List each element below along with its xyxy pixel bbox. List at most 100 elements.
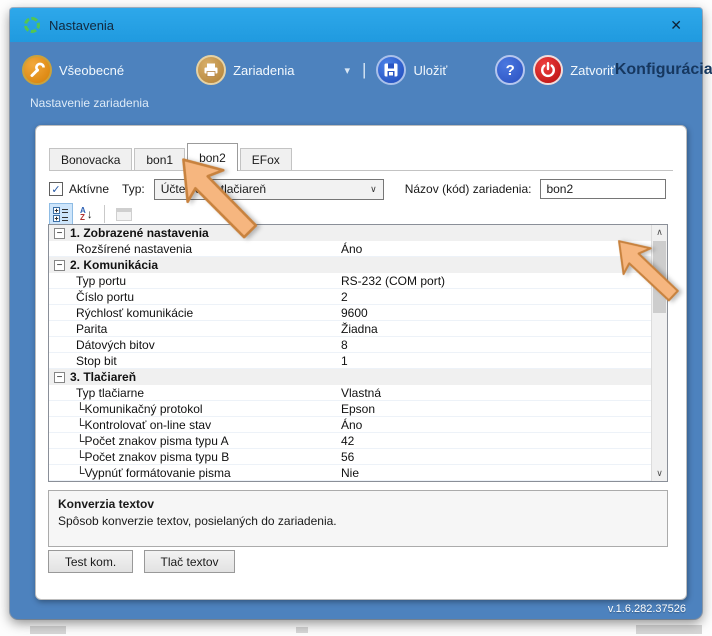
collapse-icon[interactable]: − bbox=[54, 259, 65, 271]
grid-row-label: └Vypnúť formátovanie pisma bbox=[76, 465, 231, 480]
settings-window: Nastavenia ✕ Všeobecné Zariadenia ▾ | Ul… bbox=[10, 8, 712, 619]
save-button[interactable]: Uložiť bbox=[376, 55, 447, 85]
active-checkbox-label: Aktívne bbox=[69, 182, 110, 196]
test-communication-button[interactable]: Test kom. bbox=[48, 550, 133, 573]
property-grid: −1. Zobrazené nastavenia Rozšírené nastav… bbox=[48, 224, 668, 482]
grid-row-value: Vlastná bbox=[341, 385, 382, 400]
grid-row[interactable]: └Vypnúť formátovanie pisma Nie bbox=[49, 465, 651, 481]
grid-row-label: Typ tlačiarne bbox=[76, 385, 145, 400]
devices-dropdown-icon[interactable]: ▾ bbox=[345, 64, 351, 77]
grid-row-value: 2 bbox=[341, 289, 348, 304]
grid-row-label: └Počet znakov pisma typu B bbox=[76, 449, 230, 464]
grid-row-value: Žiadna bbox=[341, 321, 378, 336]
property-grid-toolbar: A Z ↓ bbox=[49, 202, 136, 226]
power-icon bbox=[533, 55, 564, 85]
background-window-edge bbox=[296, 627, 308, 633]
categorized-icon bbox=[53, 206, 68, 222]
grid-row-value: 8 bbox=[341, 337, 348, 352]
collapse-icon[interactable]: − bbox=[54, 371, 65, 383]
grid-row-value: 9600 bbox=[341, 305, 368, 320]
grid-category-label: 3. Tlačiareň bbox=[70, 370, 137, 384]
grid-row[interactable]: └Počet znakov pisma typu B 56 bbox=[49, 449, 651, 465]
devices-button[interactable]: Zariadenia bbox=[196, 55, 295, 85]
grid-row-value: Áno bbox=[341, 241, 363, 256]
sort-arrow-icon: ↓ bbox=[86, 207, 93, 221]
page-subtitle: Nastavenie zariadenia bbox=[30, 96, 149, 110]
tab-efox[interactable]: EFox bbox=[239, 148, 292, 171]
scroll-down-icon[interactable]: ∨ bbox=[652, 466, 667, 481]
printer-icon bbox=[196, 55, 227, 85]
grid-row-value: 56 bbox=[341, 449, 355, 464]
check-icon: ✓ bbox=[51, 183, 61, 196]
close-app-button-label: Zatvoriť bbox=[570, 62, 615, 78]
grid-category-row[interactable]: −1. Zobrazené nastavenia bbox=[49, 225, 651, 241]
grid-row[interactable]: Dátových bitov 8 bbox=[49, 337, 651, 353]
floppy-save-icon bbox=[376, 55, 407, 85]
grid-row-label: Rýchlosť komunikácie bbox=[76, 305, 194, 320]
grid-row[interactable]: Typ portu RS-232 (COM port) bbox=[49, 273, 651, 289]
tab-bonovacka[interactable]: Bonovacka bbox=[49, 148, 133, 171]
print-texts-button[interactable]: Tlač textov bbox=[144, 550, 235, 573]
grid-row[interactable]: └Počet znakov pisma typu A 42 bbox=[49, 433, 651, 449]
background-desktop bbox=[0, 622, 712, 636]
device-name-input[interactable]: bon2 bbox=[540, 179, 667, 199]
devices-button-label: Zariadenia bbox=[233, 62, 295, 78]
grid-row[interactable]: Rýchlosť komunikácie 9600 bbox=[49, 305, 651, 321]
grid-category-label: 1. Zobrazené nastavenia bbox=[70, 226, 209, 240]
general-button-label: Všeobecné bbox=[59, 62, 125, 78]
grid-rows: −1. Zobrazené nastavenia Rozšírené nastav… bbox=[49, 225, 651, 481]
close-window-button[interactable]: ✕ bbox=[664, 15, 688, 36]
grid-row[interactable]: Parita Žiadna bbox=[49, 321, 651, 337]
grid-row-value: 42 bbox=[341, 433, 355, 448]
sort-az-icon: A Z bbox=[80, 206, 86, 222]
property-description-panel: Konverzia textov Spôsob konverzie textov… bbox=[48, 490, 668, 547]
section-heading: Konfigurácia bbox=[614, 61, 712, 78]
grid-row[interactable]: Rozšírené nastavenia Áno bbox=[49, 241, 651, 257]
property-description-title: Konverzia textov bbox=[58, 497, 155, 511]
type-label: Typ: bbox=[122, 182, 145, 196]
general-button[interactable]: Všeobecné bbox=[22, 55, 124, 85]
grid-category-row[interactable]: −2. Komunikácia bbox=[49, 257, 651, 273]
property-description-text: Spôsob konverzie textov, posielaných do … bbox=[58, 514, 337, 528]
help-icon: ? bbox=[495, 55, 526, 85]
close-app-button[interactable]: Zatvoriť bbox=[533, 55, 615, 85]
grid-category-label: 2. Komunikácia bbox=[70, 258, 159, 272]
device-name-label: Názov (kód) zariadenia: bbox=[404, 182, 532, 196]
grid-category-row[interactable]: −3. Tlačiareň bbox=[49, 369, 651, 385]
property-pages-button bbox=[112, 203, 136, 225]
background-window-edge bbox=[30, 626, 66, 634]
save-button-label: Uložiť bbox=[413, 62, 448, 78]
grid-row-label: └Kontrolovať on-line stav bbox=[76, 417, 212, 432]
grid-row-label: Rozšírené nastavenia bbox=[76, 241, 193, 256]
scroll-up-icon[interactable]: ∧ bbox=[652, 225, 667, 240]
grid-row[interactable]: Typ tlačiarne Vlastná bbox=[49, 385, 651, 401]
help-button[interactable]: ? bbox=[495, 55, 526, 85]
collapse-icon[interactable]: − bbox=[54, 227, 65, 239]
background-window-edge bbox=[636, 625, 702, 634]
grid-row-value: Áno bbox=[341, 417, 363, 432]
grid-row-label: └Komunikačný protokol bbox=[76, 401, 203, 416]
grid-row-value: Epson bbox=[341, 401, 376, 416]
app-logo-icon bbox=[24, 17, 40, 33]
grid-row-label: └Počet znakov pisma typu A bbox=[76, 433, 229, 448]
device-form-row: ✓ Aktívne Typ: Účtenková tlačiareň ∨ Náz… bbox=[49, 178, 673, 200]
toolbar-separator: | bbox=[362, 60, 367, 79]
categorized-view-button[interactable] bbox=[49, 203, 73, 225]
property-pages-icon bbox=[115, 207, 132, 221]
grid-row-label: Stop bit bbox=[76, 353, 117, 368]
grid-row-value: RS-232 (COM port) bbox=[341, 273, 446, 288]
mini-toolbar-separator bbox=[103, 205, 105, 223]
grid-row[interactable]: Číslo portu 2 bbox=[49, 289, 651, 305]
sort-alphabetical-button[interactable]: A Z ↓ bbox=[76, 203, 97, 225]
grid-row[interactable]: Stop bit 1 bbox=[49, 353, 651, 369]
device-name-value: bon2 bbox=[546, 182, 574, 196]
grid-row[interactable]: └Kontrolovať on-line stav Áno bbox=[49, 417, 651, 433]
content-panel: Bonovackabon1bon2EFox ✓ Aktívne Typ: Účt… bbox=[35, 125, 687, 600]
active-checkbox[interactable]: ✓ bbox=[49, 182, 63, 196]
main-toolbar: Všeobecné Zariadenia ▾ | Uložiť ? Zatvor… bbox=[10, 42, 712, 85]
grid-row-label: Parita bbox=[76, 321, 108, 336]
grid-row[interactable]: └Komunikačný protokol Epson bbox=[49, 401, 651, 417]
wrench-icon bbox=[22, 55, 52, 85]
grid-row-label: Dátových bitov bbox=[76, 337, 155, 352]
grid-row-label: Číslo portu bbox=[76, 289, 135, 304]
